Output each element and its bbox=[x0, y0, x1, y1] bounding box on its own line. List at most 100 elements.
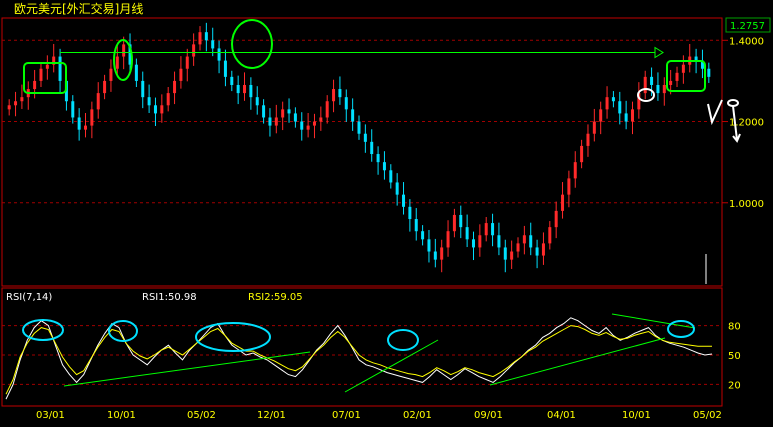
high-marker-ellipse bbox=[231, 19, 273, 69]
rsi1-label: RSI1:50.98 bbox=[142, 292, 197, 303]
candle-down-body bbox=[293, 113, 297, 122]
candle-up-body bbox=[599, 109, 603, 122]
candle-down-body bbox=[402, 194, 406, 207]
candle-up-body bbox=[325, 101, 329, 118]
candle-up-body bbox=[510, 251, 514, 260]
candle-up-body bbox=[573, 162, 577, 179]
date-tick-label: 05/02 bbox=[693, 410, 722, 421]
date-tick-label: 09/01 bbox=[474, 410, 503, 421]
candle-up-body bbox=[516, 243, 520, 252]
candle-up-body bbox=[109, 68, 113, 81]
candle-down-body bbox=[408, 206, 412, 220]
candle-down-body bbox=[491, 223, 495, 236]
candle-down-body bbox=[223, 60, 227, 77]
candle-down-body bbox=[230, 76, 234, 85]
candle-up-body bbox=[274, 117, 278, 126]
candle-down-body bbox=[650, 76, 654, 85]
rsi-trendline bbox=[63, 351, 311, 387]
date-tick-label: 12/01 bbox=[257, 410, 286, 421]
rsi-peak-ellipse bbox=[22, 319, 64, 341]
candle-down-body bbox=[459, 214, 463, 228]
candle-up-body bbox=[478, 235, 482, 248]
candle-up-body bbox=[567, 178, 571, 195]
candle-up-body bbox=[96, 93, 100, 110]
candle-up-body bbox=[548, 227, 552, 244]
candle-up-body bbox=[243, 84, 247, 94]
rsi-panel-frame bbox=[1, 287, 723, 407]
candle-up-body bbox=[103, 80, 107, 94]
candle-down-body bbox=[433, 251, 437, 260]
candle-down-body bbox=[503, 247, 507, 260]
candle-down-body bbox=[300, 121, 304, 130]
candle-up-body bbox=[541, 243, 545, 256]
candle-down-body bbox=[262, 105, 266, 118]
candle-up-body bbox=[160, 105, 164, 114]
candle-down-body bbox=[357, 121, 361, 134]
candle-up-body bbox=[14, 101, 18, 106]
handdrawn-loop-mark bbox=[727, 99, 739, 107]
candle-up-body bbox=[173, 80, 177, 94]
date-tick-label: 02/01 bbox=[403, 410, 432, 421]
candle-down-body bbox=[255, 97, 259, 106]
candle-down-body bbox=[382, 162, 386, 171]
candle-up-body bbox=[312, 121, 316, 126]
candle-down-body bbox=[268, 117, 272, 126]
candle-up-body bbox=[446, 231, 450, 248]
rsi-tick-label: 50 bbox=[728, 351, 741, 362]
chart-title: 欧元美元[外汇交易]月线 bbox=[14, 1, 143, 16]
date-tick-label: 10/01 bbox=[622, 410, 651, 421]
candle-up-body bbox=[90, 109, 94, 126]
candle-up-body bbox=[592, 121, 596, 134]
candle-up-body bbox=[39, 68, 43, 81]
candle-up-body bbox=[33, 80, 37, 90]
candle-up-body bbox=[580, 145, 584, 163]
candle-down-body bbox=[71, 101, 75, 118]
candle-down-body bbox=[338, 89, 342, 98]
candle-down-body bbox=[58, 56, 62, 81]
rsi-peak-ellipse bbox=[195, 322, 271, 352]
candle-up-body bbox=[332, 89, 336, 102]
candle-down-body bbox=[414, 219, 418, 232]
chart-root: 欧元美元[外汇交易]月线 1.2757 RSI(7,14) RSI1:50.98… bbox=[0, 0, 773, 423]
candle-down-body bbox=[535, 247, 539, 256]
candle-down-body bbox=[421, 231, 425, 240]
candle-up-body bbox=[166, 93, 170, 106]
high-marker-box bbox=[666, 60, 706, 92]
candle-down-body bbox=[236, 84, 240, 94]
candle-up-body bbox=[198, 32, 202, 45]
candle-up-body bbox=[185, 56, 189, 69]
candle-down-body bbox=[624, 113, 628, 122]
candle-up-body bbox=[586, 133, 590, 146]
candle-up-body bbox=[630, 109, 634, 122]
candle-down-body bbox=[77, 117, 81, 130]
candle-up-body bbox=[319, 117, 323, 122]
candle-down-body bbox=[427, 239, 431, 252]
candle-down-body bbox=[287, 109, 291, 114]
candle-up-body bbox=[643, 76, 647, 94]
price-tick-label: 1.2000 bbox=[729, 118, 764, 129]
candle-down-body bbox=[370, 141, 374, 155]
candle-up-body bbox=[675, 72, 679, 81]
date-tick-label: 07/01 bbox=[332, 410, 361, 421]
eurusd-monthly-chart: 欧元美元[外汇交易]月线 1.2757 RSI(7,14) RSI1:50.98… bbox=[1, 1, 771, 421]
candle-up-body bbox=[669, 80, 673, 85]
candle-up-body bbox=[281, 109, 285, 118]
candle-up-body bbox=[561, 194, 565, 211]
candle-up-body bbox=[452, 214, 456, 232]
resistance-guide-arrowhead bbox=[654, 46, 664, 59]
candle-up-body bbox=[20, 97, 24, 102]
candle-down-body bbox=[211, 40, 215, 49]
candle-down-body bbox=[141, 80, 145, 98]
handdrawn-wave-mark bbox=[707, 99, 723, 126]
candle-down-body bbox=[707, 68, 711, 77]
candle-down-body bbox=[656, 84, 660, 94]
rsi-label: RSI(7,14) bbox=[6, 292, 52, 303]
candle-down-body bbox=[497, 235, 501, 248]
main-panel-frame bbox=[1, 17, 723, 287]
candle-up-body bbox=[179, 68, 183, 81]
candle-up-body bbox=[440, 247, 444, 260]
date-tick-label: 04/01 bbox=[547, 410, 576, 421]
candle-down-body bbox=[217, 48, 221, 61]
price-tick-label: 1.0000 bbox=[729, 199, 764, 210]
candle-down-body bbox=[249, 84, 253, 98]
